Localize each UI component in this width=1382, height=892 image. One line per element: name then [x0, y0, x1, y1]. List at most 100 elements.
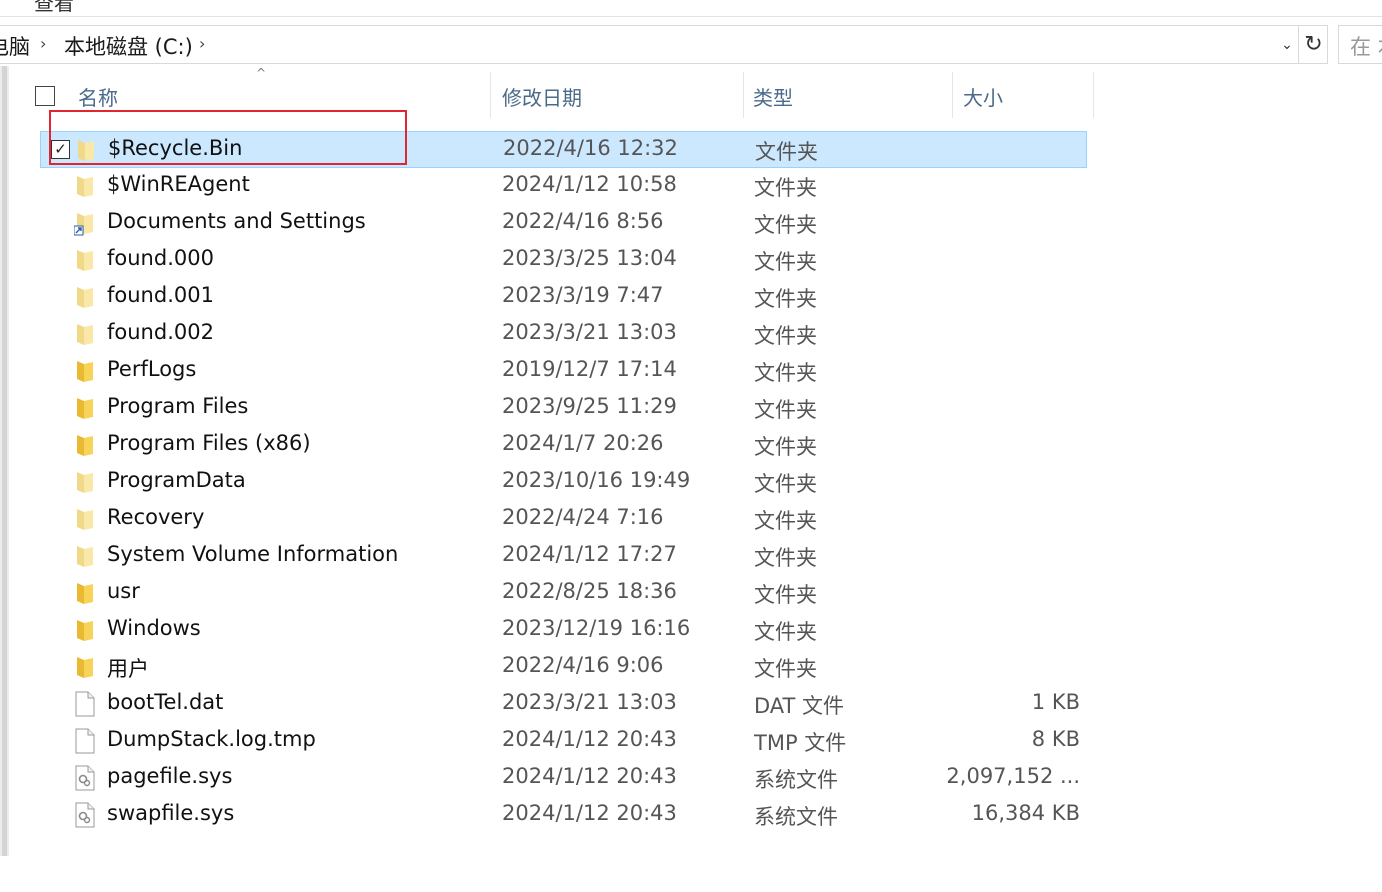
- file-modified-date: 2023/3/21 13:03: [502, 690, 677, 714]
- column-header-modified[interactable]: 修改日期: [502, 82, 582, 111]
- navigation-pane-scrollbar[interactable]: [0, 66, 9, 856]
- file-modified-date: 2022/4/16 9:06: [502, 653, 664, 677]
- column-divider[interactable]: [490, 72, 491, 118]
- file-name[interactable]: PerfLogs: [107, 357, 196, 381]
- file-row[interactable]: pagefile.sys 2024/1/12 20:43 系统文件 2,097,152…: [40, 760, 1087, 797]
- file-modified-date: 2024/1/12 20:43: [502, 801, 677, 825]
- file-row[interactable]: DumpStack.log.tmp 2024/1/12 20:43 TMP 文件 8 …: [40, 723, 1087, 760]
- address-history-dropdown-icon[interactable]: ⌄: [1276, 31, 1298, 59]
- file-row[interactable]: found.001 2023/3/19 7:47 文件夹: [40, 279, 1087, 316]
- blank-file-icon: [74, 691, 96, 717]
- file-name[interactable]: pagefile.sys: [107, 764, 232, 788]
- file-modified-date: 2023/9/25 11:29: [502, 394, 677, 418]
- file-modified-date: 2024/1/12 17:27: [502, 542, 677, 566]
- file-modified-date: 2022/4/16 12:32: [503, 136, 678, 160]
- breadcrumb-separator-icon[interactable]: ›: [40, 34, 46, 53]
- scrollbar-thumb[interactable]: [2, 66, 7, 856]
- file-name[interactable]: 用户: [107, 653, 149, 683]
- file-size: 2,097,152 ...: [946, 764, 1080, 788]
- file-name[interactable]: Windows: [107, 616, 201, 640]
- file-row[interactable]: System Volume Information 2024/1/12 17:27…: [40, 538, 1087, 575]
- ribbon-tab-view[interactable]: 查看: [34, 0, 74, 16]
- sort-ascending-icon: ^: [256, 66, 267, 80]
- file-type: 文件夹: [754, 176, 817, 200]
- file-name[interactable]: Program Files (x86): [107, 431, 311, 455]
- refresh-icon[interactable]: ↻: [1298, 26, 1328, 63]
- breadcrumb-local-disk-c[interactable]: 本地磁盘 (C:): [64, 31, 193, 61]
- file-type: 文件夹: [754, 435, 817, 459]
- file-name[interactable]: ProgramData: [107, 468, 246, 492]
- file-name[interactable]: swapfile.sys: [107, 801, 234, 825]
- file-type: 文件夹: [754, 250, 817, 274]
- file-row-selected[interactable]: ✓ $Recycle.Bin 2022/4/16 12:32 文件夹: [40, 131, 1087, 168]
- file-modified-date: 2023/3/19 7:47: [502, 283, 664, 307]
- folder-icon: [74, 580, 96, 606]
- file-type: 文件夹: [754, 583, 817, 607]
- search-placeholder: 在 本: [1350, 35, 1382, 59]
- file-name[interactable]: found.000: [107, 246, 214, 270]
- file-row[interactable]: $WinREAgent 2024/1/12 10:58 文件夹: [40, 168, 1087, 205]
- file-modified-date: 2023/12/19 16:16: [502, 616, 691, 640]
- file-row[interactable]: ProgramData 2023/10/16 19:49 文件夹: [40, 464, 1087, 501]
- file-type: DAT 文件: [754, 694, 845, 718]
- file-type: 文件夹: [754, 472, 817, 496]
- file-modified-date: 2024/1/12 10:58: [502, 172, 677, 196]
- file-name[interactable]: DumpStack.log.tmp: [107, 727, 316, 751]
- file-type: 文件夹: [754, 213, 817, 237]
- column-header-row: ^ 名称 修改日期 类型 大小: [22, 66, 1094, 118]
- breadcrumb-this-pc[interactable]: 电脑: [0, 31, 30, 61]
- file-row[interactable]: Recovery 2022/4/24 7:16 文件夹: [40, 501, 1087, 538]
- file-row[interactable]: found.002 2023/3/21 13:03 文件夹: [40, 316, 1087, 353]
- folder-icon: [74, 506, 96, 532]
- file-name[interactable]: Documents and Settings: [107, 209, 366, 233]
- file-row[interactable]: bootTel.dat 2023/3/21 13:03 DAT 文件 1 KB: [40, 686, 1087, 723]
- column-header-type[interactable]: 类型: [753, 82, 793, 111]
- file-type: 文件夹: [754, 546, 817, 570]
- file-type: 文件夹: [754, 509, 817, 533]
- file-name[interactable]: $Recycle.Bin: [108, 136, 242, 160]
- select-all-checkbox[interactable]: [35, 86, 55, 106]
- file-type: 文件夹: [754, 657, 817, 681]
- breadcrumb-separator-icon[interactable]: ›: [199, 34, 205, 53]
- file-type: 文件夹: [754, 324, 817, 348]
- file-row[interactable]: PerfLogs 2019/12/7 17:14 文件夹: [40, 353, 1087, 390]
- column-divider[interactable]: [1093, 72, 1094, 118]
- column-header-size[interactable]: 大小: [963, 82, 1003, 111]
- file-modified-date: 2024/1/12 20:43: [502, 727, 677, 751]
- file-modified-date: 2024/1/7 20:26: [502, 431, 664, 455]
- file-name[interactable]: Program Files: [107, 394, 248, 418]
- file-size: 8 KB: [1031, 727, 1080, 751]
- file-row[interactable]: Windows 2023/12/19 16:16 文件夹: [40, 612, 1087, 649]
- file-row[interactable]: Documents and Settings 2022/4/16 8:56 文件夹: [40, 205, 1087, 242]
- file-type: 文件夹: [754, 287, 817, 311]
- file-row[interactable]: swapfile.sys 2024/1/12 20:43 系统文件 16,384 KB: [40, 797, 1087, 834]
- folder-icon: [74, 543, 96, 569]
- ribbon-tab-strip: 查看: [0, 0, 1382, 17]
- row-checkbox[interactable]: ✓: [51, 140, 70, 159]
- file-row[interactable]: usr 2022/8/25 18:36 文件夹: [40, 575, 1087, 612]
- folder-icon: [74, 469, 96, 495]
- file-row[interactable]: 用户 2022/4/16 9:06 文件夹: [40, 649, 1087, 686]
- file-name[interactable]: System Volume Information: [107, 542, 398, 566]
- file-row[interactable]: found.000 2023/3/25 13:04 文件夹: [40, 242, 1087, 279]
- file-modified-date: 2022/4/16 8:56: [502, 209, 664, 233]
- file-type: 文件夹: [755, 140, 818, 164]
- file-name[interactable]: found.002: [107, 320, 214, 344]
- file-modified-date: 2023/3/21 13:03: [502, 320, 677, 344]
- column-divider[interactable]: [743, 72, 744, 118]
- file-name[interactable]: $WinREAgent: [107, 172, 250, 196]
- file-name[interactable]: found.001: [107, 283, 214, 307]
- file-row[interactable]: Program Files 2023/9/25 11:29 文件夹: [40, 390, 1087, 427]
- file-name[interactable]: bootTel.dat: [107, 690, 223, 714]
- folder-icon: [74, 321, 96, 347]
- column-divider[interactable]: [952, 72, 953, 118]
- file-row[interactable]: Program Files (x86) 2024/1/7 20:26 文件夹: [40, 427, 1087, 464]
- file-name[interactable]: usr: [107, 579, 140, 603]
- search-input[interactable]: 在 本: [1338, 25, 1382, 64]
- file-size: 1 KB: [1031, 690, 1080, 714]
- address-bar[interactable]: 电脑 › 本地磁盘 (C:) › ⌄ ↻: [0, 25, 1328, 64]
- file-name[interactable]: Recovery: [107, 505, 204, 529]
- system-file-icon: [74, 802, 96, 828]
- column-header-name[interactable]: 名称: [78, 82, 118, 111]
- file-modified-date: 2019/12/7 17:14: [502, 357, 677, 381]
